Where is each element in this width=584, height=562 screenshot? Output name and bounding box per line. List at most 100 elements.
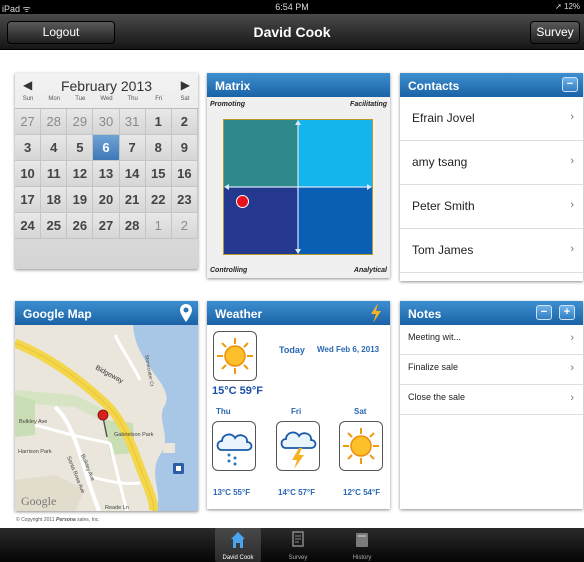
calendar-day[interactable]: 20 [93, 187, 120, 213]
survey-icon [292, 531, 304, 547]
contact-name: Efrain Jovel [412, 111, 475, 125]
calendar-day[interactable]: 1 [145, 109, 172, 135]
next-month-arrow-icon[interactable]: ▶ [181, 78, 190, 92]
tab-label: David Cook [222, 555, 254, 561]
collapse-contacts-button[interactable]: − [562, 77, 578, 92]
matrix-position-marker [236, 195, 249, 208]
calendar-month: February 2013 [60, 78, 153, 94]
today-temp: 15°C 59°F [212, 385, 263, 397]
app-screen: iPad ᯤ 6:54 PM ➚ 12% Logout David Cook S… [0, 0, 584, 562]
calendar-day[interactable]: 24 [15, 213, 42, 239]
matrix-widget: Matrix Promoting Facilitating Controllin… [207, 73, 390, 278]
note-text: Meeting wit... [408, 332, 462, 342]
survey-button[interactable]: Survey [530, 21, 580, 44]
weekday-label: Thu [127, 96, 138, 102]
calendar-day[interactable]: 28 [41, 109, 68, 135]
matrix-label-facilitating: Facilitating [350, 101, 387, 108]
calendar-day[interactable]: 16 [171, 161, 198, 187]
map-park-label: Harrison Park [18, 449, 52, 455]
copyright-text: © Copyright 2011 Persona sales, Inc. [16, 517, 100, 523]
history-icon [356, 533, 368, 547]
note-row[interactable]: Meeting wit... › [400, 325, 583, 355]
matrix-axes [223, 119, 373, 255]
home-icon [231, 532, 245, 548]
calendar-day[interactable]: 5 [67, 135, 94, 161]
calendar-day[interactable]: 23 [171, 187, 198, 213]
forecast-day: Thu [216, 407, 231, 416]
contacts-header: Contacts − [400, 73, 583, 97]
calendar-day[interactable]: 11 [41, 161, 68, 187]
note-text: Finalize sale [408, 362, 459, 372]
calendar-day[interactable]: 28 [119, 213, 146, 239]
calendar-day[interactable]: 7 [119, 135, 146, 161]
calendar-day-selected[interactable]: 6 [93, 135, 120, 161]
map-street-label: Bulkley Ave [19, 419, 47, 425]
forecast-box [339, 421, 383, 471]
map-canvas: Bidgeway Bulkley Ave Harrison Park Gabri… [15, 325, 198, 511]
tab-david-cook[interactable]: David Cook [215, 528, 261, 562]
calendar-day[interactable]: 18 [41, 187, 68, 213]
today-label: Today [279, 345, 305, 355]
calendar-day[interactable]: 29 [67, 109, 94, 135]
calendar-day[interactable]: 27 [93, 213, 120, 239]
copyright-brand: Persona [56, 517, 76, 523]
tab-history[interactable]: History [339, 528, 385, 562]
copyright-suffix: sales, Inc. [75, 517, 100, 523]
weekday-label: Sun [22, 96, 34, 102]
calendar-day[interactable]: 15 [145, 161, 172, 187]
battery-indicator: ➚ 12% [555, 2, 580, 11]
weather-header: Weather [207, 301, 390, 325]
google-map-widget: Google Map Bidgeway Bulkley Ave Harrison… [15, 301, 198, 511]
copyright-prefix: © Copyright 2011 [16, 517, 57, 523]
note-row[interactable]: Finalize sale › [400, 355, 583, 385]
weather-body: Today Wed Feb 6, 2013 15°C 59°F Thu Fri … [207, 325, 390, 509]
calendar-day[interactable]: 27 [15, 109, 42, 135]
contact-row[interactable]: Tom James › [400, 229, 583, 273]
calendar-day[interactable]: 22 [145, 187, 172, 213]
contact-row[interactable]: Efrain Jovel › [400, 97, 583, 141]
matrix-title: Matrix [215, 79, 251, 93]
calendar-day[interactable]: 4 [41, 135, 68, 161]
calendar-day[interactable]: 9 [171, 135, 198, 161]
map-park-label: Gabrielson Park [114, 432, 154, 438]
weekday-labels: Sun Mon Tue Wed Thu Fri Sat [15, 96, 198, 102]
calendar-day[interactable]: 19 [67, 187, 94, 213]
calendar-day[interactable]: 30 [93, 109, 120, 135]
calendar-day[interactable]: 14 [119, 161, 146, 187]
contacts-title: Contacts [408, 79, 460, 93]
notes-title: Notes [408, 307, 442, 321]
lightning-icon[interactable] [370, 303, 382, 323]
contacts-list: Efrain Jovel › amy tsang › Peter Smith › To… [400, 97, 583, 273]
calendar-day[interactable]: 25 [41, 213, 68, 239]
calendar-day[interactable]: 2 [171, 109, 198, 135]
chevron-right-icon: › [570, 111, 574, 123]
calendar-day[interactable]: 21 [119, 187, 146, 213]
calendar-day[interactable]: 31 [119, 109, 146, 135]
calendar-day[interactable]: 10 [15, 161, 42, 187]
clock: 6:54 PM [275, 2, 309, 12]
note-row[interactable]: Close the sale › [400, 385, 583, 415]
location-pin-icon[interactable] [180, 304, 192, 322]
calendar-day[interactable]: 1 [145, 213, 172, 239]
weekday-label: Tue [75, 96, 86, 102]
weather-title: Weather [215, 307, 263, 321]
calendar-day[interactable]: 2 [171, 213, 198, 239]
calendar-day[interactable]: 12 [67, 161, 94, 187]
calendar-day[interactable]: 17 [15, 187, 42, 213]
forecast-temp: 12°C 54°F [343, 488, 381, 497]
matrix-label-analytical: Analytical [353, 267, 387, 274]
calendar-day[interactable]: 26 [67, 213, 94, 239]
remove-note-button[interactable]: − [536, 305, 552, 320]
today-date: Wed Feb 6, 2013 [317, 345, 380, 354]
tab-survey[interactable]: Survey [275, 528, 321, 562]
contact-row[interactable]: amy tsang › [400, 141, 583, 185]
calendar-day[interactable]: 8 [145, 135, 172, 161]
calendar-day[interactable]: 13 [93, 161, 120, 187]
contact-name: Peter Smith [412, 199, 475, 213]
map-view[interactable]: Bidgeway Bulkley Ave Harrison Park Gabri… [15, 325, 198, 511]
contact-row[interactable]: Peter Smith › [400, 185, 583, 229]
add-note-button[interactable]: + [559, 305, 575, 320]
chevron-right-icon: › [570, 199, 574, 211]
calendar-day[interactable]: 3 [15, 135, 42, 161]
chevron-right-icon: › [570, 155, 574, 167]
